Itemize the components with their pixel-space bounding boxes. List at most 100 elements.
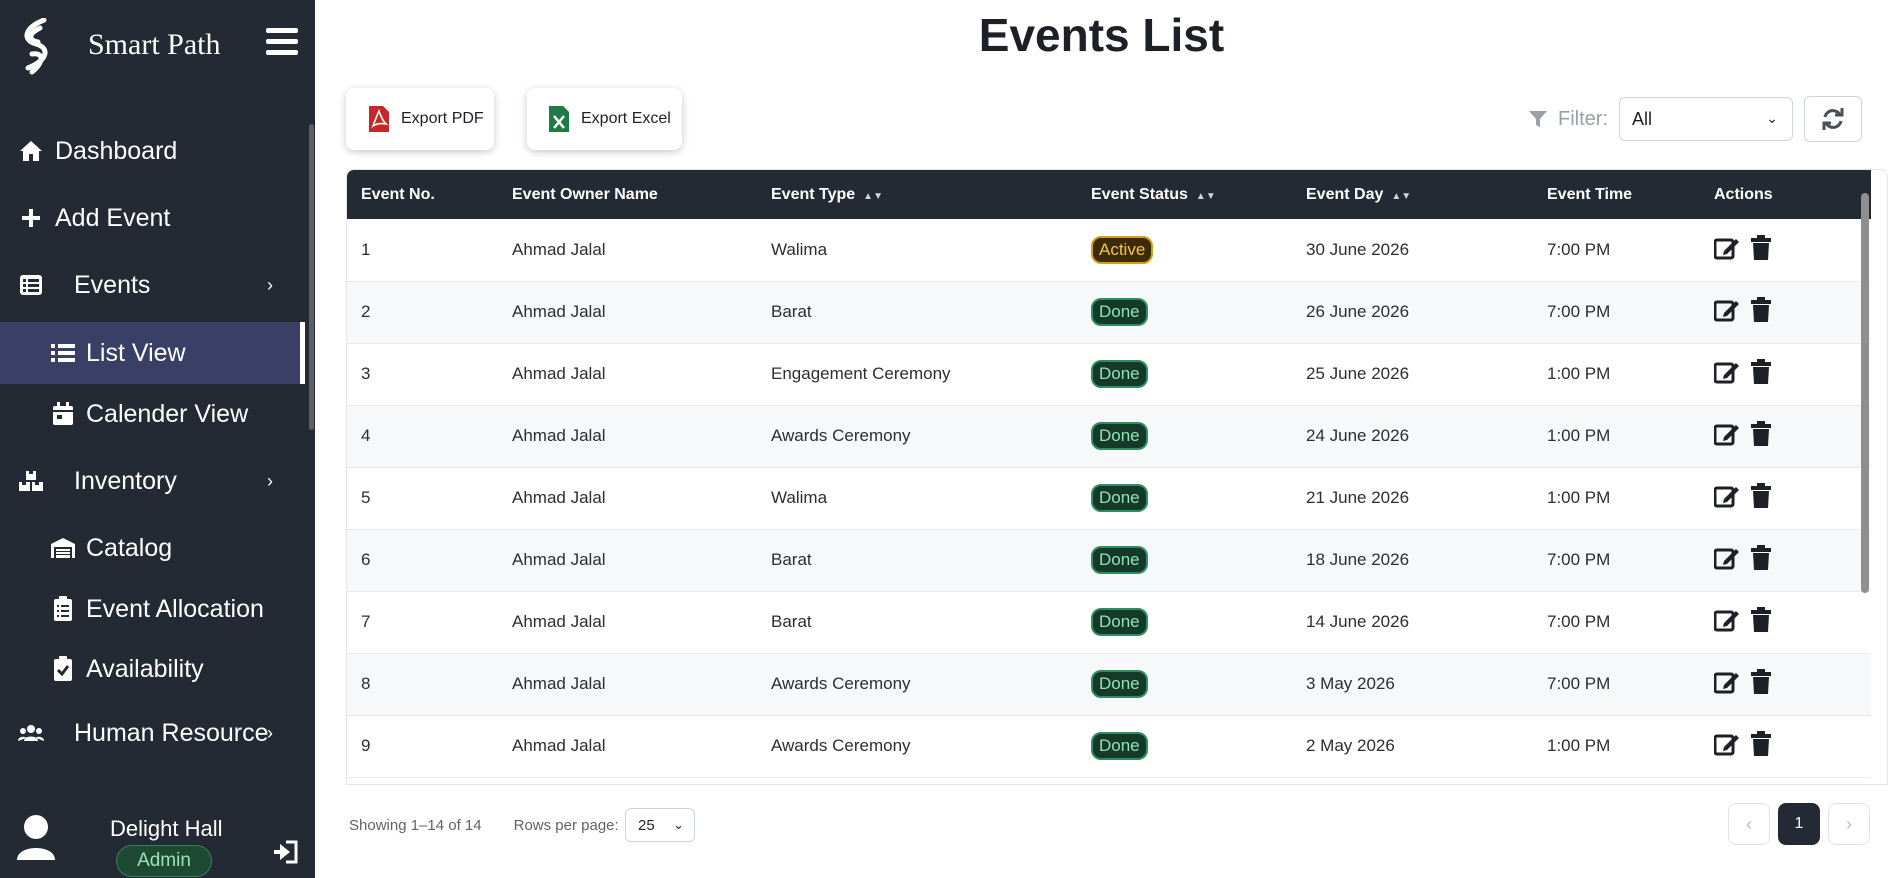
edit-icon[interactable]	[1714, 298, 1740, 322]
cell-actions	[1700, 219, 1871, 281]
menu-toggle-icon[interactable]	[266, 28, 298, 56]
cell-owner-name: Ahmad Jalal	[512, 488, 606, 507]
trash-icon[interactable]	[1750, 607, 1772, 633]
edit-icon[interactable]	[1714, 422, 1740, 446]
refresh-button[interactable]	[1804, 96, 1862, 142]
sort-icon[interactable]: ▲▼	[863, 191, 883, 202]
sidebar-item-inventory[interactable]: Inventory ›	[0, 450, 305, 512]
cell-actions	[1700, 343, 1871, 405]
rows-per-page-select[interactable]: 25 ⌄	[625, 808, 695, 842]
sort-icon[interactable]: ▲▼	[1196, 191, 1216, 202]
export-excel-button[interactable]: Export Excel	[527, 88, 682, 150]
sidebar-item-list-view[interactable]: List View	[0, 322, 305, 384]
active-indicator	[300, 322, 305, 384]
warehouse-icon	[50, 535, 76, 561]
export-pdf-button[interactable]: Export PDF	[346, 88, 494, 150]
cell-event-time: 1:00 PM	[1547, 426, 1611, 445]
cell-event-no: 3	[361, 364, 371, 383]
cell-event-no: 1	[361, 239, 371, 259]
export-excel-label: Export Excel	[581, 110, 671, 127]
sidebar-item-calender-view[interactable]: Calender View	[0, 383, 305, 445]
chevron-down-icon: ⌄	[673, 817, 684, 832]
cell-event-day: 3 May 2026	[1306, 674, 1395, 693]
trash-icon[interactable]	[1750, 421, 1772, 447]
cell-event-type: Barat	[771, 612, 812, 631]
filter-area: Filter:	[1528, 96, 1608, 142]
cell-event-type: Barat	[771, 550, 812, 569]
cell-event-day: 25 June 2026	[1306, 364, 1410, 383]
cell-event-status: Done	[1077, 467, 1292, 529]
status-badge: Done	[1091, 422, 1148, 450]
status-badge: Done	[1091, 298, 1148, 326]
edit-icon[interactable]	[1714, 670, 1740, 694]
page-button-current[interactable]: 1	[1778, 803, 1820, 845]
table-row: 1 Ahmad Jalal Walima Active 30 June 2026 7:00…	[347, 219, 1871, 281]
trash-icon[interactable]	[1750, 669, 1772, 695]
cell-event-type: Awards Ceremony	[771, 674, 911, 693]
edit-icon[interactable]	[1714, 732, 1740, 756]
sidebar-item-events[interactable]: Events ›	[0, 254, 305, 316]
cell-event-day: 21 June 2026	[1306, 488, 1410, 507]
user-profile: Delight Hall Admin	[0, 800, 315, 878]
edit-icon[interactable]	[1714, 484, 1740, 508]
cell-event-time: 7:00 PM	[1547, 302, 1611, 321]
cell-event-time: 7:00 PM	[1547, 674, 1611, 693]
table-scrollbar[interactable]	[1858, 175, 1870, 785]
sort-icon[interactable]: ▲▼	[1391, 191, 1411, 202]
table-header-row: Event No. Event Owner Name Event Type ▲▼ …	[347, 170, 1871, 219]
edit-icon[interactable]	[1714, 546, 1740, 570]
trash-icon[interactable]	[1750, 545, 1772, 571]
sidebar-nav: Dashboard Add Event Events › List View C…	[0, 120, 305, 750]
trash-icon[interactable]	[1750, 731, 1772, 757]
sidebar-item-add-event[interactable]: Add Event	[0, 187, 305, 249]
cell-event-status: Done	[1077, 405, 1292, 467]
cell-event-no: 9	[361, 736, 371, 755]
cell-event-type: Awards Ceremony	[771, 426, 911, 445]
events-table: Event No. Event Owner Name Event Type ▲▼ …	[347, 170, 1871, 778]
sidebar-item-catalog[interactable]: Catalog	[0, 517, 305, 579]
cell-actions	[1700, 467, 1871, 529]
sidebar-scrollbar[interactable]	[309, 124, 314, 430]
column-header-event-status[interactable]: Event Status ▲▼	[1077, 170, 1292, 219]
sidebar-item-event-allocation[interactable]: Event Allocation	[0, 578, 305, 640]
trash-icon[interactable]	[1750, 359, 1772, 385]
table-scrollbar-thumb[interactable]	[1861, 193, 1869, 593]
clipboard-check-icon	[50, 656, 76, 682]
users-icon	[18, 720, 44, 746]
sidebar-item-human-resource[interactable]: Human Resource ›	[0, 702, 305, 750]
trash-icon[interactable]	[1750, 483, 1772, 509]
trash-icon[interactable]	[1750, 297, 1772, 323]
smart-path-logo-icon	[24, 18, 48, 75]
cell-event-status: Active	[1077, 219, 1292, 281]
column-header-event-type[interactable]: Event Type ▲▼	[757, 170, 1077, 219]
prev-page-button[interactable]: ‹	[1728, 803, 1770, 845]
column-header-event-no: Event No.	[361, 185, 435, 203]
next-page-button[interactable]: ›	[1828, 803, 1870, 845]
cell-actions	[1700, 715, 1871, 777]
cell-event-type: Barat	[771, 302, 812, 321]
user-role-badge: Admin	[116, 845, 212, 877]
sidebar-item-label: Dashboard	[55, 136, 178, 165]
cell-actions	[1700, 281, 1871, 343]
cell-event-day: 2 May 2026	[1306, 736, 1395, 755]
edit-icon[interactable]	[1714, 360, 1740, 384]
filter-icon	[1529, 111, 1547, 127]
cell-event-time: 7:00 PM	[1547, 239, 1611, 259]
sidebar-item-availability[interactable]: Availability	[0, 638, 305, 700]
cell-owner-name: Ahmad Jalal	[512, 674, 606, 693]
sidebar-item-label: Catalog	[86, 533, 173, 562]
filter-select[interactable]: All ⌄	[1619, 97, 1793, 141]
filter-select-value: All	[1632, 108, 1653, 129]
rows-per-page-label: Rows per page:	[513, 816, 619, 834]
cell-event-status: Done	[1077, 529, 1292, 591]
edit-icon[interactable]	[1714, 236, 1740, 260]
edit-icon[interactable]	[1714, 608, 1740, 632]
calendar-icon	[50, 401, 76, 427]
sidebar-item-label: Availability	[86, 654, 204, 683]
trash-icon[interactable]	[1750, 234, 1772, 261]
column-header-event-day[interactable]: Event Day ▲▼	[1292, 170, 1533, 219]
cell-event-no: 5	[361, 488, 371, 507]
logout-icon[interactable]	[272, 840, 298, 864]
cell-owner-name: Ahmad Jalal	[512, 612, 606, 631]
sidebar-item-dashboard[interactable]: Dashboard	[0, 120, 305, 182]
